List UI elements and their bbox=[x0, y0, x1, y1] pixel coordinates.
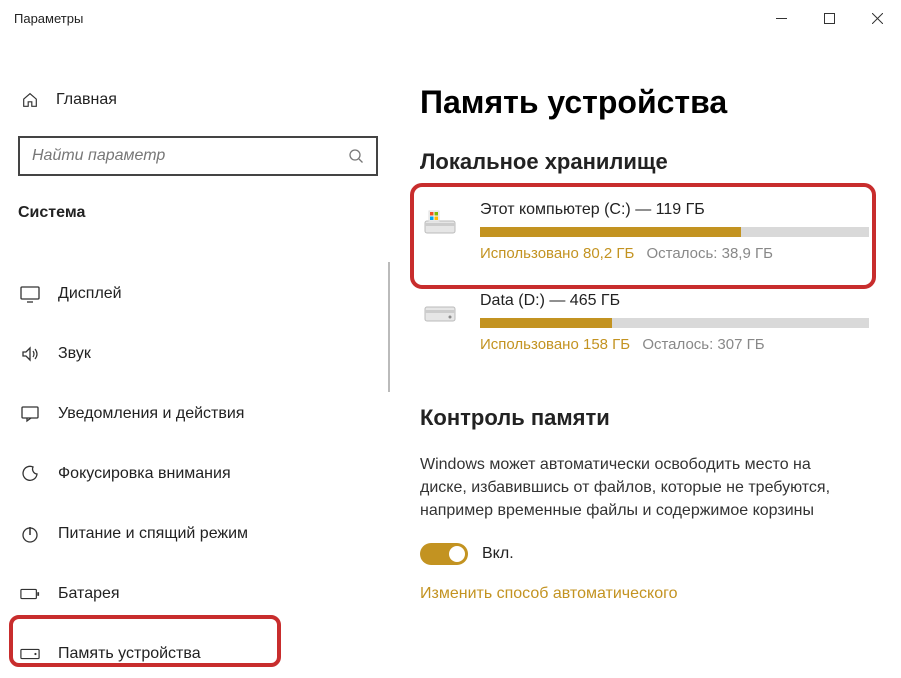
search-icon bbox=[348, 148, 364, 164]
drive-used: Использовано 80,2 ГБ bbox=[480, 245, 634, 262]
storage-sense-description: Windows может автоматически освободить м… bbox=[420, 453, 840, 523]
window-controls bbox=[757, 0, 901, 36]
toggle-label: Вкл. bbox=[482, 545, 514, 563]
focus-icon bbox=[20, 464, 40, 484]
drive-stats: Использовано 80,2 ГБ Осталось: 38,9 ГБ bbox=[480, 245, 869, 262]
search-input[interactable] bbox=[32, 147, 348, 165]
window-title: Параметры bbox=[14, 11, 757, 26]
toggle-knob bbox=[449, 546, 465, 562]
storage-sense-title: Контроль памяти bbox=[420, 405, 877, 431]
drive-data-icon bbox=[420, 294, 460, 334]
close-button[interactable] bbox=[853, 0, 901, 36]
nav-home[interactable]: Главная bbox=[0, 80, 390, 120]
drive-free: Осталось: 307 ГБ bbox=[642, 336, 764, 353]
drive-bar bbox=[480, 318, 869, 328]
nav-item-label: Питание и спящий режим bbox=[58, 525, 248, 543]
power-icon bbox=[20, 524, 40, 544]
storage-icon bbox=[20, 644, 40, 664]
notifications-icon bbox=[20, 404, 40, 424]
sidebar-section-title: Система bbox=[18, 204, 390, 222]
drive-name: Этот компьютер (C:) — 119 ГБ bbox=[480, 201, 869, 219]
nav-item-battery[interactable]: Батарея bbox=[0, 570, 390, 618]
nav-item-label: Фокусировка внимания bbox=[58, 465, 231, 483]
nav-item-display[interactable]: Дисплей bbox=[0, 270, 390, 318]
page-title: Память устройства bbox=[420, 84, 877, 121]
drive-stats: Использовано 158 ГБ Осталось: 307 ГБ bbox=[480, 336, 869, 353]
drive-bar-fill bbox=[480, 227, 741, 237]
drive-bar bbox=[480, 227, 869, 237]
main-panel: Память устройства Локальное хранилище bbox=[390, 36, 901, 677]
drive-d[interactable]: Data (D:) — 465 ГБ Использовано 158 ГБ О… bbox=[420, 282, 877, 363]
nav-item-label: Батарея bbox=[58, 585, 120, 603]
search-box[interactable] bbox=[18, 136, 378, 176]
sound-icon bbox=[20, 344, 40, 364]
nav-item-sound[interactable]: Звук bbox=[0, 330, 390, 378]
drive-name: Data (D:) — 465 ГБ bbox=[480, 292, 869, 310]
storage-sense-link[interactable]: Изменить способ автоматического bbox=[420, 585, 877, 603]
nav-item-label: Звук bbox=[58, 345, 91, 363]
sidebar: Главная Система Дисплей Звук bbox=[0, 36, 390, 677]
nav-list: Дисплей Звук Уведомления и действия Фоку… bbox=[0, 270, 390, 678]
storage-sense-toggle[interactable] bbox=[420, 543, 468, 565]
nav-item-label: Память устройства bbox=[58, 645, 201, 663]
nav-item-notifications[interactable]: Уведомления и действия bbox=[0, 390, 390, 438]
nav-item-focus[interactable]: Фокусировка внимания bbox=[0, 450, 390, 498]
drive-bar-fill bbox=[480, 318, 612, 328]
display-icon bbox=[20, 284, 40, 304]
nav-item-power[interactable]: Питание и спящий режим bbox=[0, 510, 390, 558]
local-storage-title: Локальное хранилище bbox=[420, 149, 877, 175]
titlebar: Параметры bbox=[0, 0, 901, 36]
drive-used: Использовано 158 ГБ bbox=[480, 336, 630, 353]
drive-system-icon bbox=[420, 203, 460, 243]
maximize-button[interactable] bbox=[805, 0, 853, 36]
storage-sense-section: Контроль памяти Windows может автоматиче… bbox=[420, 405, 877, 603]
storage-sense-toggle-row: Вкл. bbox=[420, 543, 877, 565]
nav-item-storage[interactable]: Память устройства bbox=[0, 630, 390, 678]
minimize-button[interactable] bbox=[757, 0, 805, 36]
nav-item-label: Дисплей bbox=[58, 285, 122, 303]
home-icon bbox=[20, 90, 40, 110]
nav-home-label: Главная bbox=[56, 91, 117, 109]
drive-c[interactable]: Этот компьютер (C:) — 119 ГБ Использован… bbox=[420, 191, 877, 272]
drive-free: Осталось: 38,9 ГБ bbox=[646, 245, 772, 262]
drives-list: Этот компьютер (C:) — 119 ГБ Использован… bbox=[420, 191, 877, 363]
nav-item-label: Уведомления и действия bbox=[58, 405, 244, 423]
battery-icon bbox=[20, 584, 40, 604]
